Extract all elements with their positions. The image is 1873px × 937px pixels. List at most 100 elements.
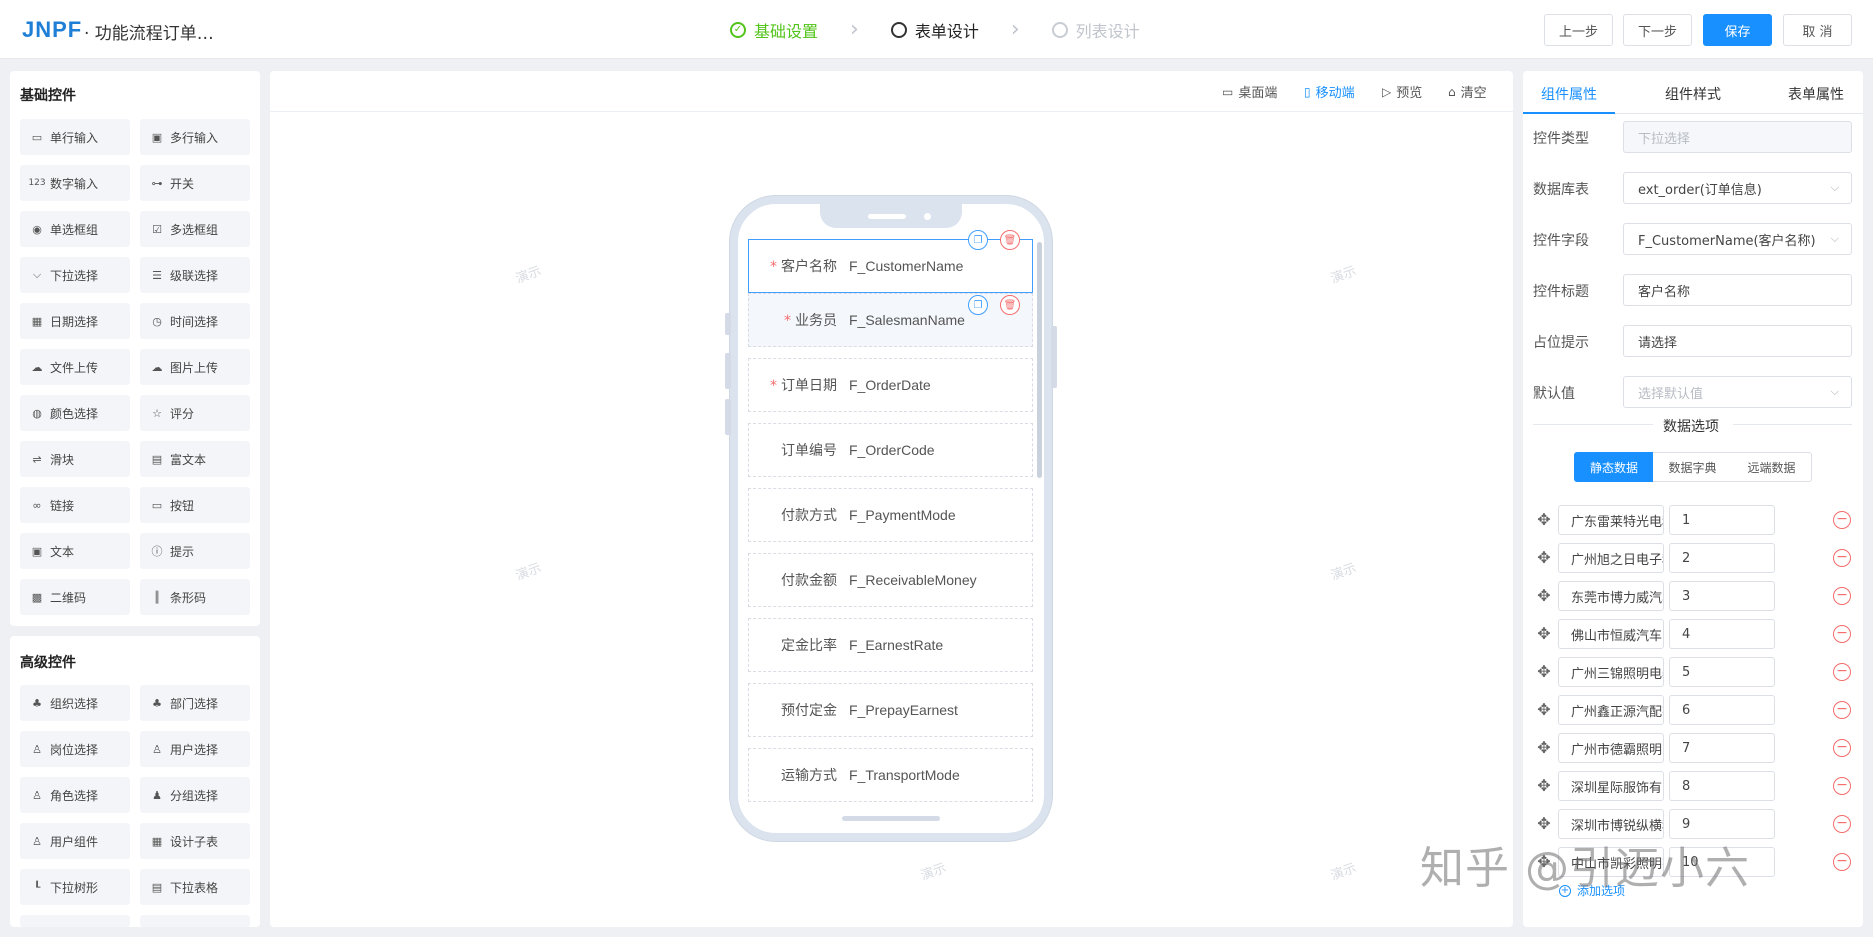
copy-icon[interactable]: ❐: [968, 295, 988, 315]
drag-handle-icon[interactable]: ✥: [1535, 625, 1553, 643]
control-date-picker[interactable]: ▦ 日期选择: [20, 303, 130, 339]
scrollbar[interactable]: [1037, 242, 1042, 478]
form-field-prepay-earnest[interactable]: 预付定金 F_PrepayEarnest: [748, 683, 1033, 737]
control-rich-text[interactable]: ▤ 富文本: [140, 441, 250, 477]
tab-data-dictionary[interactable]: 数据字典: [1653, 452, 1733, 482]
control-user-component[interactable]: ♙ 用户组件: [20, 823, 130, 859]
control-tree-select[interactable]: ┖ 下拉树形: [20, 869, 130, 905]
drag-handle-icon[interactable]: ✥: [1535, 549, 1553, 567]
control-position-select[interactable]: ♙ 岗位选择: [20, 731, 130, 767]
control-switch[interactable]: ⊶ 开关: [140, 165, 250, 201]
tab-static-data[interactable]: 静态数据: [1574, 452, 1654, 482]
remove-option-icon[interactable]: −: [1833, 853, 1851, 871]
form-field-receivable-money[interactable]: 付款金额 F_ReceivableMoney: [748, 553, 1033, 607]
control-department-select[interactable]: ♣ 部门选择: [140, 685, 250, 721]
database-table-select[interactable]: ext_order(订单信息) ⌵: [1623, 172, 1852, 204]
control-user-select[interactable]: ♙ 用户选择: [140, 731, 250, 767]
option-value-input[interactable]: 1: [1669, 505, 1775, 535]
control-image-upload[interactable]: ☁ 图片上传: [140, 349, 250, 385]
control-table-select[interactable]: ▤ 下拉表格: [140, 869, 250, 905]
control-text[interactable]: ▣ 文本: [20, 533, 130, 569]
clear-button[interactable]: ⌂ 清空: [1448, 82, 1487, 102]
cancel-button[interactable]: 取 消: [1783, 14, 1852, 46]
control-button[interactable]: ▭ 按钮: [140, 487, 250, 523]
prev-step-button[interactable]: 上一步: [1544, 14, 1613, 46]
step-form-design[interactable]: 表单设计: [890, 18, 979, 42]
control-select[interactable]: ⌵ 下拉选择: [20, 257, 130, 293]
option-label-input[interactable]: 广州鑫正源汽配有: [1558, 695, 1664, 725]
remove-option-icon[interactable]: −: [1833, 549, 1851, 567]
control-qrcode[interactable]: ▩ 二维码: [20, 579, 130, 615]
option-value-input[interactable]: 8: [1669, 771, 1775, 801]
form-field-earnest-rate[interactable]: 定金比率 F_EarnestRate: [748, 618, 1033, 672]
tab-component-props[interactable]: 组件属性: [1541, 84, 1597, 104]
save-button[interactable]: 保存: [1703, 14, 1772, 46]
control-partial[interactable]: [140, 915, 250, 927]
tab-component-style[interactable]: 组件样式: [1665, 84, 1721, 104]
option-label-input[interactable]: 广州市德霸照明电: [1558, 733, 1664, 763]
copy-icon[interactable]: ❐: [968, 230, 988, 250]
drag-handle-icon[interactable]: ✥: [1535, 701, 1553, 719]
option-value-input[interactable]: 5: [1669, 657, 1775, 687]
drag-handle-icon[interactable]: ✥: [1535, 663, 1553, 681]
next-step-button[interactable]: 下一步: [1623, 14, 1692, 46]
control-alert[interactable]: ⓘ 提示: [140, 533, 250, 569]
control-barcode[interactable]: ║ 条形码: [140, 579, 250, 615]
option-label-input[interactable]: 佛山市恒威汽车: [1558, 619, 1664, 649]
control-radio-group[interactable]: ◉ 单选框组: [20, 211, 130, 247]
option-value-input[interactable]: 2: [1669, 543, 1775, 573]
control-file-upload[interactable]: ☁ 文件上传: [20, 349, 130, 385]
drag-handle-icon[interactable]: ✥: [1535, 815, 1553, 833]
form-field-payment-mode[interactable]: 付款方式 F_PaymentMode: [748, 488, 1033, 542]
remove-option-icon[interactable]: −: [1833, 663, 1851, 681]
control-partial[interactable]: [20, 915, 130, 927]
option-label-input[interactable]: 广东雷莱特光电科: [1558, 505, 1664, 535]
form-field-salesman[interactable]: * 业务员 F_SalesmanName: [748, 293, 1033, 347]
placeholder-input[interactable]: 请选择: [1623, 325, 1852, 357]
control-number-input[interactable]: 123 数字输入: [20, 165, 130, 201]
remove-option-icon[interactable]: −: [1833, 815, 1851, 833]
remove-option-icon[interactable]: −: [1833, 625, 1851, 643]
remove-option-icon[interactable]: −: [1833, 511, 1851, 529]
tab-remote-data[interactable]: 远端数据: [1732, 452, 1812, 482]
option-label-input[interactable]: 深圳星际服饰有限: [1558, 771, 1664, 801]
preview-button[interactable]: ▷ 预览: [1382, 82, 1422, 102]
control-checkbox-group[interactable]: ☑ 多选框组: [140, 211, 250, 247]
remove-option-icon[interactable]: −: [1833, 587, 1851, 605]
form-field-order-date[interactable]: * 订单日期 F_OrderDate: [748, 358, 1033, 412]
drag-handle-icon[interactable]: ✥: [1535, 587, 1553, 605]
option-value-input[interactable]: 6: [1669, 695, 1775, 725]
control-link[interactable]: ∞ 链接: [20, 487, 130, 523]
drag-handle-icon[interactable]: ✥: [1535, 739, 1553, 757]
control-time-picker[interactable]: ◷ 时间选择: [140, 303, 250, 339]
control-group-select[interactable]: ♟ 分组选择: [140, 777, 250, 813]
remove-option-icon[interactable]: −: [1833, 739, 1851, 757]
drag-handle-icon[interactable]: ✥: [1535, 777, 1553, 795]
option-label-input[interactable]: 广州三锦照明电器: [1558, 657, 1664, 687]
step-basic-settings[interactable]: ✓ 基础设置: [730, 18, 818, 42]
option-value-input[interactable]: 3: [1669, 581, 1775, 611]
control-rate[interactable]: ☆ 评分: [140, 395, 250, 431]
option-label-input[interactable]: 广州旭之日电子科: [1558, 543, 1664, 573]
remove-option-icon[interactable]: −: [1833, 777, 1851, 795]
desktop-view-button[interactable]: ▭ 桌面端: [1222, 82, 1277, 102]
form-field-order-code[interactable]: 订单编号 F_OrderCode: [748, 423, 1033, 477]
control-multi-line-input[interactable]: ▣ 多行输入: [140, 119, 250, 155]
option-value-input[interactable]: 7: [1669, 733, 1775, 763]
tab-form-props[interactable]: 表单属性: [1788, 84, 1844, 104]
control-org-select[interactable]: ♣ 组织选择: [20, 685, 130, 721]
control-role-select[interactable]: ♙ 角色选择: [20, 777, 130, 813]
control-field-select[interactable]: F_CustomerName(客户名称) ⌵: [1623, 223, 1852, 255]
remove-option-icon[interactable]: −: [1833, 701, 1851, 719]
mobile-view-button[interactable]: ▯ 移动端: [1304, 82, 1355, 102]
control-single-line-input[interactable]: ▭ 单行输入: [20, 119, 130, 155]
default-value-select[interactable]: 选择默认值 ⌵: [1623, 376, 1852, 408]
option-label-input[interactable]: 东莞市博力威汽车: [1558, 581, 1664, 611]
option-value-input[interactable]: 4: [1669, 619, 1775, 649]
form-field-customer-name[interactable]: * 客户名称 F_CustomerName: [748, 239, 1033, 293]
control-slider[interactable]: ⇌ 滑块: [20, 441, 130, 477]
control-cascader[interactable]: ☰ 级联选择: [140, 257, 250, 293]
drag-handle-icon[interactable]: ✥: [1535, 511, 1553, 529]
form-field-transport-mode[interactable]: 运输方式 F_TransportMode: [748, 748, 1033, 802]
control-sub-table[interactable]: ▦ 设计子表: [140, 823, 250, 859]
